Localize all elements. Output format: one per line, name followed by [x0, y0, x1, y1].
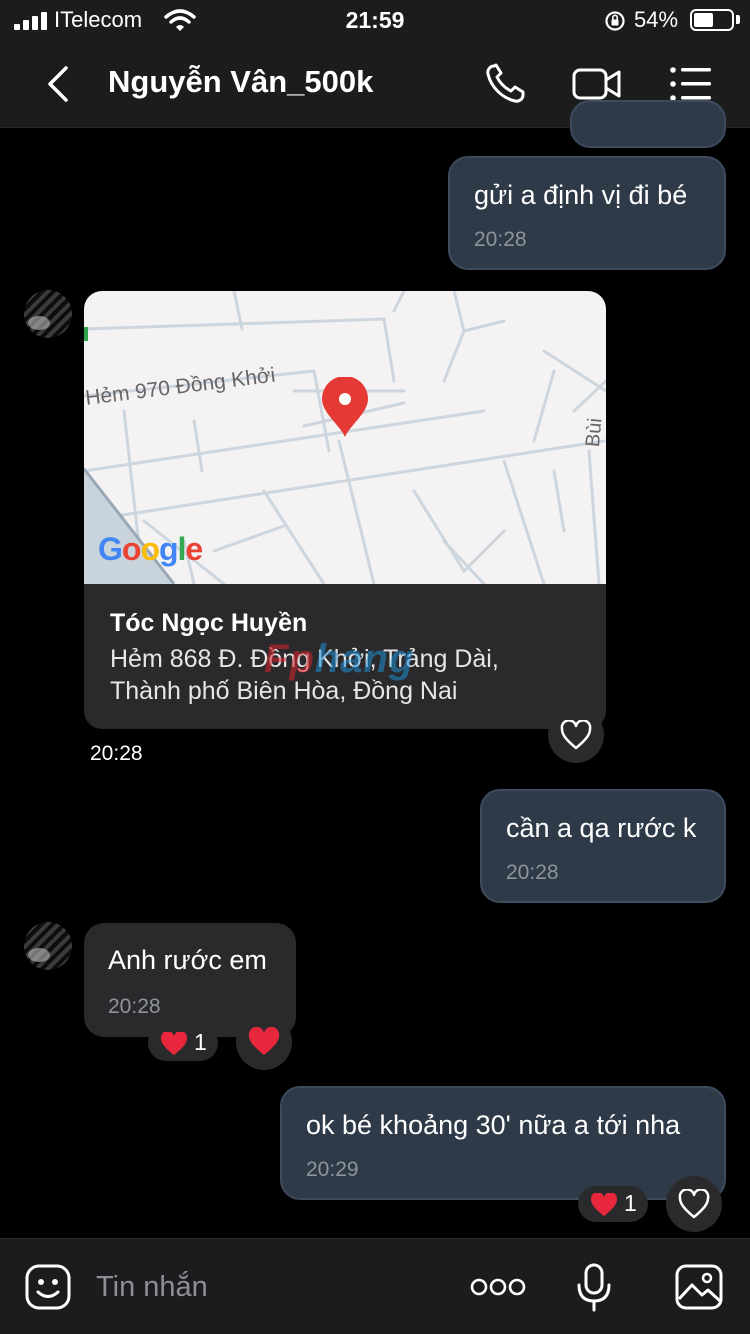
message-time: 20:28: [90, 742, 143, 765]
map-pin-icon: [322, 377, 368, 437]
my-heart-reaction-button[interactable]: [236, 1014, 292, 1070]
rotation-lock-icon: [605, 11, 625, 31]
map-street-label-partial: Bùi Tr: [582, 417, 606, 450]
watermark: Fphang: [264, 637, 414, 682]
message-text: cần a qa rước k: [506, 813, 697, 843]
google-logo: Google: [98, 531, 203, 567]
microphone-icon[interactable]: [576, 1263, 612, 1313]
message-time: 20:28: [506, 861, 559, 884]
battery-level: [694, 13, 713, 27]
contact-avatar[interactable]: [24, 290, 72, 338]
previous-message-bubble[interactable]: [570, 100, 726, 148]
message-input[interactable]: Tin nhắn: [96, 1271, 208, 1304]
red-heart-icon: [591, 1193, 617, 1217]
watermark-part-b: hang: [314, 637, 415, 681]
status-bar: ITelecom 21:59 54%: [0, 0, 750, 40]
message-bubble-outgoing[interactable]: cần a qa rước k 20:28: [480, 789, 726, 903]
message-composer: Tin nhắn: [0, 1238, 750, 1334]
message-text: gửi a định vị đi bé: [474, 180, 688, 210]
battery-cap: [736, 15, 740, 24]
back-chevron-icon[interactable]: [36, 62, 80, 106]
emoji-icon[interactable]: [24, 1263, 72, 1311]
location-card[interactable]: Hẻm 970 Đồng Khởi Bùi Tr Google Tóc Ngọc…: [84, 291, 606, 729]
message-time: 20:28: [474, 228, 527, 251]
battery-icon: [690, 9, 734, 31]
red-heart-icon: [161, 1032, 187, 1056]
contact-name[interactable]: Nguyễn Vân_500k: [108, 64, 373, 100]
image-icon[interactable]: [674, 1263, 724, 1311]
heart-outline-icon: [678, 1189, 710, 1219]
phone-icon[interactable]: [482, 62, 532, 106]
message-bubble-outgoing[interactable]: gửi a định vị đi bé 20:28: [448, 156, 726, 270]
red-heart-icon: [248, 1027, 280, 1055]
reaction-count: 1: [194, 1029, 207, 1055]
react-heart-button[interactable]: [666, 1176, 722, 1232]
message-text: ok bé khoảng 30' nữa a tới nha: [306, 1110, 681, 1140]
heart-outline-icon: [560, 720, 592, 750]
message-bubble-outgoing[interactable]: ok bé khoảng 30' nữa a tới nha 20:29: [280, 1086, 726, 1200]
battery-percent: 54%: [634, 7, 679, 32]
message-text: Anh rước em: [108, 945, 267, 975]
react-heart-button[interactable]: [548, 707, 604, 763]
reaction-badge[interactable]: 1: [578, 1186, 648, 1222]
place-name: Tóc Ngọc Huyền: [110, 609, 308, 637]
message-time: 20:29: [306, 1158, 359, 1181]
message-time: 20:28: [108, 995, 161, 1018]
reaction-badge[interactable]: 1: [148, 1025, 218, 1061]
contact-avatar[interactable]: [24, 922, 72, 970]
more-options-icon[interactable]: [470, 1277, 526, 1297]
watermark-part-a: Fp: [264, 637, 315, 681]
reaction-count: 1: [624, 1190, 637, 1216]
map-preview[interactable]: Hẻm 970 Đồng Khởi Bùi Tr Google: [84, 291, 606, 584]
